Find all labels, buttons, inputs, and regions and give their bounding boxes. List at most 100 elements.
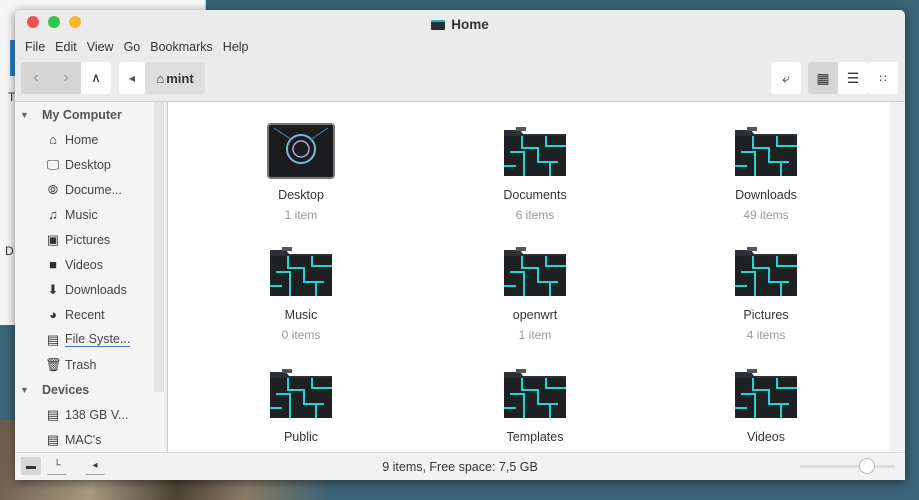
file-view: Desktop 1 item Documents 6 items Downloads 49…: [167, 102, 890, 452]
icon-view-button[interactable]: ▦: [808, 62, 838, 94]
folder-icon: [676, 364, 856, 422]
file-name: Desktop: [278, 188, 324, 202]
folder-icon: [211, 364, 391, 422]
drive-icon: ▤: [46, 406, 60, 422]
file-name: Templates: [506, 430, 564, 444]
drive-icon: ▤: [46, 431, 60, 447]
file-manager-window: Home File Edit View Go Bookmarks Help ‹ …: [15, 10, 905, 480]
section-title: Devices: [42, 382, 90, 397]
file-item[interactable]: Music 0 items: [211, 242, 391, 342]
music-note-icon: ♫: [48, 207, 58, 222]
sidebar-item-label: Downloads: [65, 282, 127, 297]
sidebar-item-label: Pictures: [65, 232, 111, 247]
breadcrumb-home[interactable]: ⌂ mint: [145, 62, 205, 94]
sidebar-item-label: Docume...: [65, 182, 122, 197]
folder-icon: [676, 242, 856, 300]
compact-view-button[interactable]: ∷: [868, 62, 898, 94]
sidebar-item-downloads[interactable]: ⬇ Downloads: [15, 277, 165, 302]
section-title: My Computer: [42, 107, 122, 122]
picture-icon: ▣: [46, 231, 60, 247]
file-item-count: 4 items: [746, 328, 786, 342]
file-item[interactable]: Desktop 1 item: [211, 122, 391, 222]
up-button[interactable]: ∧: [81, 62, 111, 94]
menu-help[interactable]: Help: [218, 40, 254, 54]
sidebar-item-volume[interactable]: ▤ 138 GB V...: [15, 402, 165, 427]
home-icon: ⌂: [156, 70, 165, 86]
list-icon: ☰: [846, 69, 860, 86]
drive-icon: ▤: [46, 331, 60, 347]
file-view-scrollbar[interactable]: [890, 102, 905, 452]
folder-icon: [211, 242, 391, 300]
file-item[interactable]: Public: [211, 364, 391, 450]
file-item[interactable]: Videos: [676, 364, 856, 450]
sidebar-item-home[interactable]: ⌂ Home: [15, 127, 165, 152]
monitor-icon: 🖵: [46, 156, 60, 172]
menu-file[interactable]: File: [20, 40, 50, 54]
sidebar-item-label: Trash: [65, 357, 97, 372]
grid-icon: ▦: [816, 69, 830, 86]
file-item-count: 0 items: [281, 328, 321, 342]
compact-grid-icon: ∷: [879, 72, 887, 85]
chevron-up-icon: ∧: [91, 70, 101, 85]
folder-icon: [431, 20, 446, 30]
file-name: Public: [283, 430, 319, 444]
sidebar-item-trash[interactable]: 🗑 Trash: [15, 352, 165, 377]
location-toggle-button[interactable]: ⤶: [771, 62, 801, 94]
desktop-folder-icon: [211, 122, 391, 180]
download-icon: ⬇: [47, 281, 59, 297]
file-name: Pictures: [743, 308, 789, 322]
breadcrumb-scroll-left[interactable]: ◀: [119, 62, 145, 94]
status-bar: ▬ └ ◂ 9 items, Free space: 7,5 GB: [15, 452, 905, 480]
list-view-button[interactable]: ☰: [838, 62, 868, 94]
background-text: D: [5, 244, 14, 258]
file-item[interactable]: Downloads 49 items: [676, 122, 856, 222]
title-bar[interactable]: Home: [15, 10, 905, 36]
menu-edit[interactable]: Edit: [50, 40, 82, 54]
file-item-count: 1 item: [284, 208, 318, 222]
back-button[interactable]: ‹: [21, 62, 51, 94]
menu-bar: File Edit View Go Bookmarks Help: [15, 36, 905, 58]
sidebar-item-pictures[interactable]: ▣ Pictures: [15, 227, 165, 252]
file-item[interactable]: Pictures 4 items: [676, 242, 856, 342]
menu-bookmarks[interactable]: Bookmarks: [145, 40, 218, 54]
sidebar: ▼ My Computer ⌂ Home 🖵 Desktop ⦾ Docume... ♫…: [15, 102, 165, 452]
sidebar-item-music[interactable]: ♫ Music: [15, 202, 165, 227]
forward-button[interactable]: ›: [51, 62, 81, 94]
file-name: Documents: [503, 188, 567, 202]
expander-icon: ▼: [20, 384, 29, 395]
file-item[interactable]: Templates: [445, 364, 625, 450]
zoom-slider-handle[interactable]: [858, 458, 875, 474]
trash-icon: 🗑: [45, 356, 62, 372]
sidebar-item-desktop[interactable]: 🖵 Desktop: [15, 152, 165, 177]
paperclip-icon: ⦾: [47, 181, 59, 197]
file-name: Videos: [747, 430, 785, 444]
toolbar: ‹ › ∧ ◀ ⌂ mint ⤶ ▦ ☰ ∷: [15, 58, 905, 102]
file-item-count: 49 items: [743, 208, 789, 222]
sidebar-section-my-computer[interactable]: ▼ My Computer: [15, 102, 165, 127]
status-text: 9 items, Free space: 7,5 GB: [382, 460, 538, 474]
menu-go[interactable]: Go: [119, 40, 146, 54]
sidebar-item-macs[interactable]: ▤ MAC's: [15, 427, 165, 452]
file-item[interactable]: openwrt 1 item: [445, 242, 625, 342]
file-name: openwrt: [512, 308, 558, 322]
chevron-right-icon: ›: [63, 69, 69, 86]
sidebar-section-devices[interactable]: ▼ Devices: [15, 377, 165, 402]
sidebar-item-label: MAC's: [65, 432, 102, 447]
folder-icon: [445, 122, 625, 180]
redo-arrow-icon: ⤶: [782, 69, 790, 86]
file-item[interactable]: Documents 6 items: [445, 122, 625, 222]
file-item-count: 1 item: [518, 328, 552, 342]
breadcrumb-label: mint: [166, 70, 194, 86]
zoom-slider[interactable]: [800, 465, 895, 468]
sidebar-scrollbar[interactable]: [154, 102, 164, 392]
sidebar-item-videos[interactable]: ■ Videos: [15, 252, 165, 277]
window-title: Home: [15, 17, 905, 32]
menu-view[interactable]: View: [82, 40, 119, 54]
home-icon: ⌂: [49, 132, 57, 147]
sidebar-item-label: Recent: [65, 307, 105, 322]
sidebar-item-recent[interactable]: ◕ Recent: [15, 302, 165, 327]
sidebar-item-documents[interactable]: ⦾ Docume...: [15, 177, 165, 202]
file-name: Music: [284, 308, 318, 322]
folder-icon: [676, 122, 856, 180]
sidebar-item-file-system[interactable]: ▤ File Syste...: [15, 327, 165, 352]
